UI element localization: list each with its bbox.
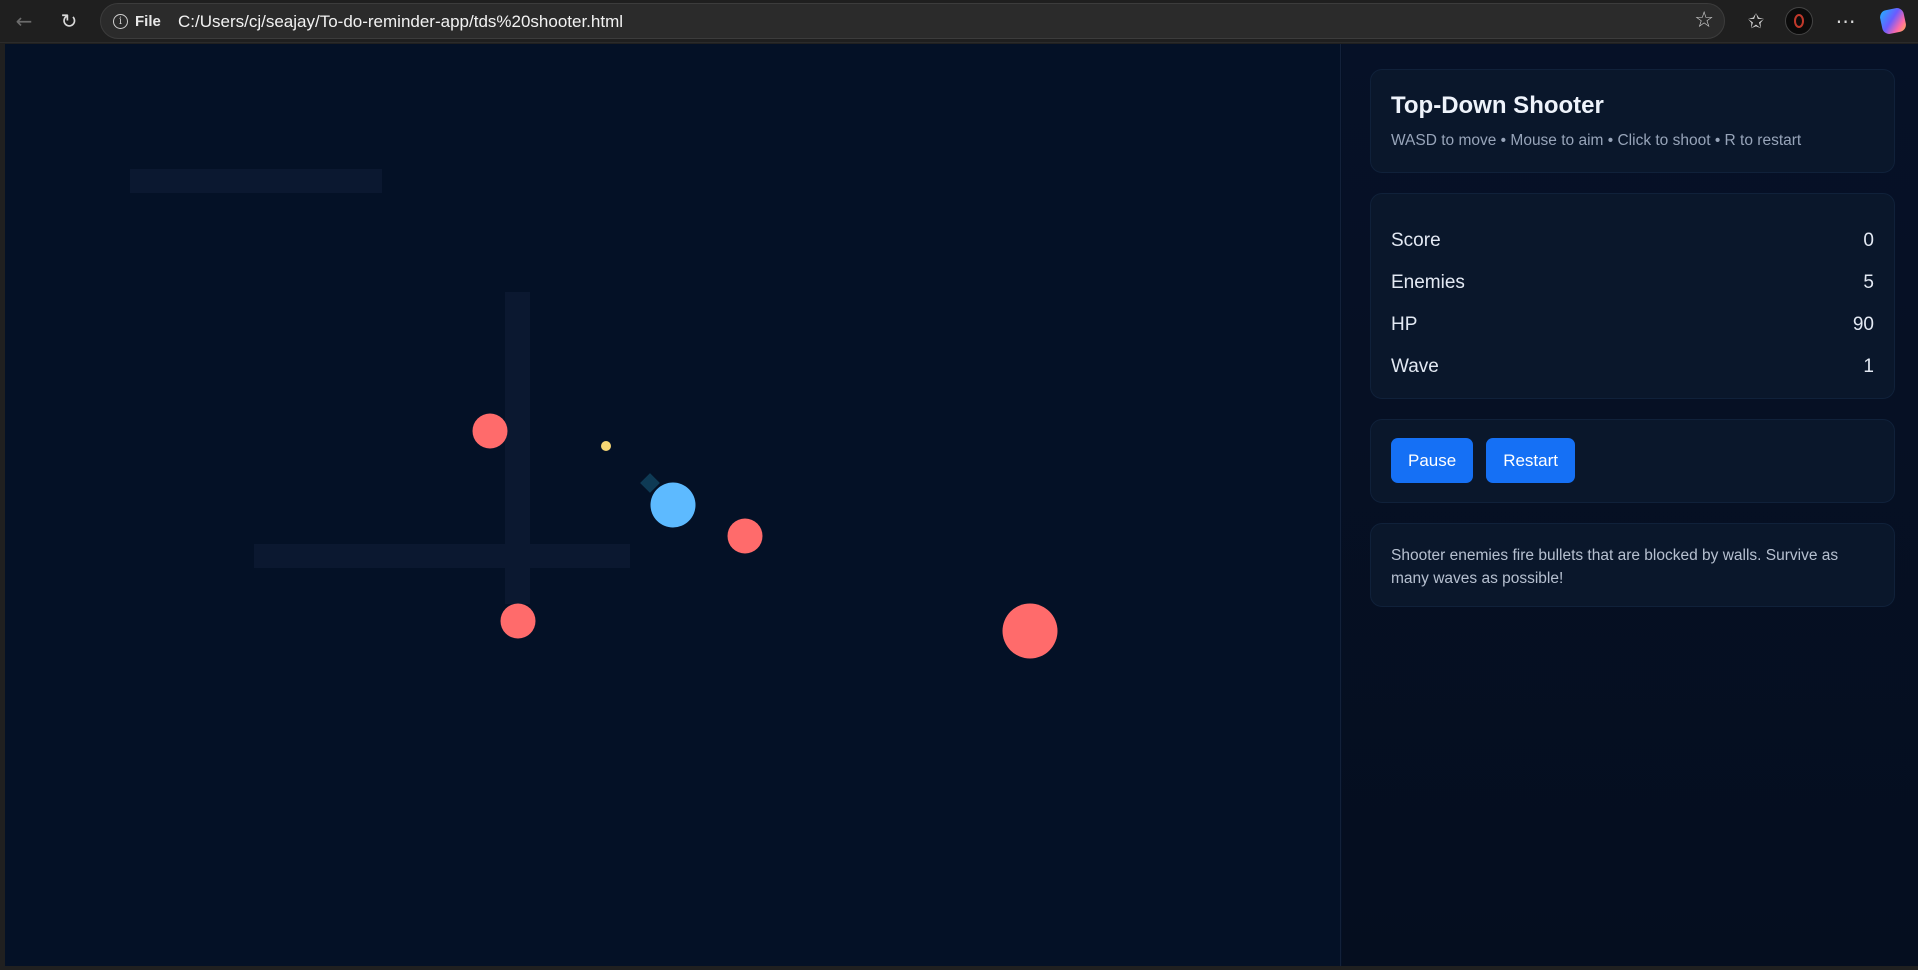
url-text[interactable]: C:/Users/cj/seajay/To-do-reminder-app/td… [178,12,623,32]
stat-row-enemies: Enemies 5 [1391,262,1874,304]
back-arrow-icon[interactable]: ← [9,6,39,36]
game-scene [130,169,1058,659]
stat-value: 90 [1852,314,1874,335]
stat-row-score: Score 0 [1391,220,1874,262]
star-icon[interactable]: ☆ [1694,8,1714,33]
more-icon[interactable]: ⋯ [1830,5,1862,37]
address-bar[interactable]: i File C:/Users/cj/seajay/To-do-reminder… [100,3,1725,39]
stat-label: HP [1391,314,1418,335]
stat-row-wave: Wave 1 [1391,346,1874,388]
enemy [500,603,536,639]
browser-toolbar: ← ↻ i File C:/Users/cj/seajay/To-do-remi… [0,0,1918,43]
page: Top-Down Shooter WASD to move • Mouse to… [5,44,1918,966]
enemy [1002,603,1058,659]
game-title: Top-Down Shooter [1391,92,1604,119]
wall [130,169,382,193]
player [650,482,696,528]
bullet [601,441,611,451]
title-card: Top-Down Shooter WASD to move • Mouse to… [1370,69,1895,173]
stat-value: 1 [1863,356,1874,377]
favorites-icon[interactable]: ✩ [1740,5,1772,37]
controls-hint: WASD to move • Mouse to aim • Click to s… [1391,132,1802,149]
enemy [472,413,508,449]
stat-value: 5 [1863,272,1874,293]
pause-button[interactable]: Pause [1391,438,1474,483]
controls-card: Pause Restart [1370,419,1895,503]
info-icon[interactable]: i [113,14,128,29]
stats-card: Score 0 Enemies 5 HP 90 Wave 1 [1370,193,1895,399]
profile-icon[interactable] [1783,5,1815,37]
restart-button[interactable]: Restart [1486,438,1575,483]
stat-label: Score [1391,230,1441,251]
sidebar: Top-Down Shooter WASD to move • Mouse to… [1342,44,1918,966]
reload-icon[interactable]: ↻ [54,6,84,36]
stat-label: Wave [1391,356,1439,377]
wall [254,544,630,568]
stat-row-hp: HP 90 [1391,304,1874,346]
copilot-icon[interactable] [1877,5,1909,37]
enemy [727,518,763,554]
game-canvas[interactable] [5,44,1341,966]
stat-value: 0 [1863,230,1874,251]
info-card: Shooter enemies fire bullets that are bl… [1370,523,1895,607]
info-text: Shooter enemies fire bullets that are bl… [1391,547,1839,587]
file-label: File [135,13,161,30]
stat-label: Enemies [1391,272,1465,293]
